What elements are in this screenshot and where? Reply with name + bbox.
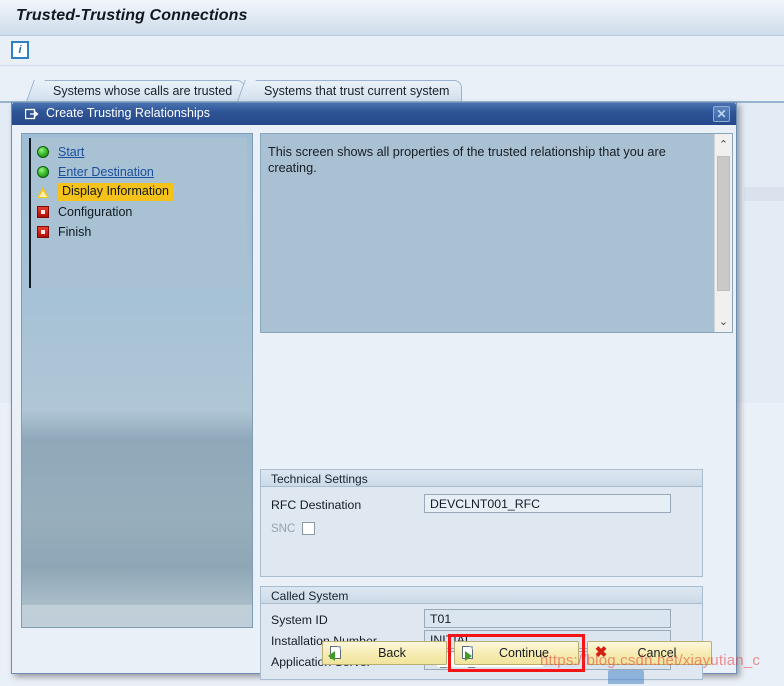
button-label: Continue: [498, 646, 550, 660]
red-x-icon: ✖: [594, 644, 608, 661]
button-label: Cancel: [637, 646, 677, 660]
continue-button[interactable]: Continue: [454, 641, 579, 665]
wizard-step-display-information[interactable]: Display Information: [31, 182, 247, 202]
field-label: RFC Destination: [271, 497, 362, 512]
close-icon-glyph: ✕: [716, 107, 727, 121]
tab-label: Systems whose calls are trusted: [53, 84, 233, 98]
snc-row: SNC: [271, 519, 316, 538]
description-scrollbar[interactable]: ⌃ ⌄: [714, 134, 732, 332]
app-header: Trusted-Trusting Connections: [0, 0, 784, 36]
content-row-band: [744, 187, 784, 201]
wizard-step-enter-destination[interactable]: Enter Destination: [31, 162, 247, 182]
called-system-group: Called System System ID T01 Installation…: [260, 586, 703, 680]
wizard-step-label[interactable]: Enter Destination: [58, 166, 154, 179]
technical-settings-group: Technical Settings RFC Destination DEVCL…: [260, 469, 703, 577]
wizard-step-label: Finish: [58, 224, 92, 239]
app-toolbar: i: [0, 36, 784, 66]
wizard-step-list: Start Enter Destination Display Informat…: [29, 138, 247, 288]
wizard-step-label: Display Information: [58, 183, 174, 201]
page-title: Trusted-Trusting Connections: [16, 7, 248, 24]
group-title: Technical Settings: [261, 470, 702, 487]
create-trusting-relationships-dialog: Create Trusting Relationships ✕ Start En…: [11, 102, 737, 680]
dialog-titlebar[interactable]: Create Trusting Relationships ✕: [12, 103, 736, 125]
warning-triangle-icon: [37, 187, 49, 198]
description-box: This screen shows all properties of the …: [260, 133, 733, 333]
document-forward-arrow-icon: [460, 645, 476, 661]
rfc-destination-input[interactable]: DEVCLNT001_RFC: [424, 494, 671, 513]
tab-systems-that-trust-current-system[interactable]: Systems that trust current system: [247, 80, 463, 101]
scroll-up-icon[interactable]: ⌃: [715, 136, 732, 153]
wizard-step-label: Configuration: [58, 204, 133, 219]
document-back-arrow-icon: [328, 645, 344, 661]
tabstrip: Systems whose calls are trusted Systems …: [0, 80, 784, 102]
green-circle-icon: [37, 166, 49, 178]
field-label: SNC: [271, 522, 296, 535]
wizard-step-start[interactable]: Start: [31, 142, 247, 162]
rfc-destination-row: RFC Destination: [271, 495, 361, 514]
info-icon[interactable]: i: [11, 41, 29, 59]
dialog-title: Create Trusting Relationships: [46, 106, 210, 120]
dialog-window-icon: [25, 108, 39, 120]
green-circle-icon: [37, 146, 49, 158]
wizard-step-configuration[interactable]: Configuration: [31, 202, 247, 222]
tab-label: Systems that trust current system: [264, 84, 450, 98]
system-id-row: System ID: [271, 610, 328, 629]
system-id-input[interactable]: T01: [424, 609, 671, 628]
description-text: This screen shows all properties of the …: [268, 145, 666, 175]
wizard-roadmap-sidebar: Start Enter Destination Display Informat…: [21, 133, 253, 628]
wizard-step-finish[interactable]: Finish: [31, 222, 247, 242]
snc-checkbox[interactable]: [302, 522, 316, 535]
wizard-step-label[interactable]: Start: [58, 146, 84, 159]
red-square-icon: [37, 226, 49, 238]
info-icon-glyph: i: [18, 43, 22, 56]
button-label: Back: [378, 646, 406, 660]
back-button[interactable]: Back: [322, 641, 447, 665]
red-square-icon: [37, 206, 49, 218]
close-icon[interactable]: ✕: [713, 106, 730, 122]
scrollbar-thumb[interactable]: [717, 156, 730, 291]
cancel-button[interactable]: ✖ Cancel: [587, 641, 712, 665]
tab-systems-whose-calls-are-trusted[interactable]: Systems whose calls are trusted: [36, 80, 246, 101]
scroll-down-icon[interactable]: ⌄: [715, 313, 732, 330]
group-title: Called System: [261, 587, 702, 604]
field-label: System ID: [271, 612, 328, 627]
screen-root: Trusted-Trusting Connections i Systems w…: [0, 0, 784, 686]
